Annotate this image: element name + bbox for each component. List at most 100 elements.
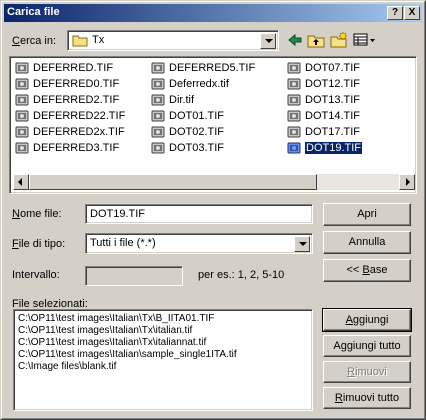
tif-file-icon	[15, 109, 29, 123]
file-item[interactable]: DOT07.TIF	[285, 60, 362, 76]
remove-button[interactable]: Rimuovi	[323, 361, 411, 383]
tif-file-icon	[151, 77, 165, 91]
scroll-left-button[interactable]	[13, 174, 29, 190]
tif-file-icon	[287, 125, 301, 139]
up-folder-icon[interactable]	[307, 31, 325, 49]
file-name: DOT02.TIF	[169, 126, 225, 138]
add-button[interactable]: Aggiungi	[322, 308, 412, 332]
tif-file-icon	[15, 93, 29, 107]
file-name: DEFERRED2.TIF	[33, 94, 120, 106]
title-bar[interactable]: Carica file ? X	[4, 4, 422, 22]
back-arrow-icon[interactable]	[286, 31, 304, 49]
selected-file-item[interactable]: C:\Image files\blank.tif	[14, 361, 312, 373]
file-name: DEFERRED5.TIF	[169, 62, 256, 74]
file-name: DOT17.TIF	[305, 126, 361, 138]
dialog-window: Carica file ? X Cerca in: Tx DEFERRED.TI…	[0, 0, 426, 420]
file-item[interactable]: Deferredx.tif	[149, 76, 255, 92]
filetype-value: Tutti i file (*.*)	[90, 237, 156, 249]
file-item[interactable]: DEFERRED2x.TIF	[13, 124, 125, 140]
chevron-down-icon[interactable]	[260, 33, 276, 49]
scroll-thumb[interactable]	[29, 174, 317, 190]
remove-all-button[interactable]: Rimuovi tutto	[323, 387, 411, 409]
file-item[interactable]: DEFERRED22.TIF	[13, 108, 125, 124]
close-button[interactable]: X	[404, 6, 420, 20]
cancel-button[interactable]: Annulla	[323, 231, 411, 254]
cancel-button-label: Annulla	[348, 236, 386, 248]
selected-file-item[interactable]: C:\OP11\test images\Italian\Tx\B_IITA01.…	[14, 313, 312, 325]
new-folder-icon[interactable]	[330, 31, 348, 49]
remove-all-button-label: Rimuovi tutto	[334, 392, 400, 404]
file-name: DOT19.TIF	[303, 141, 364, 155]
filename-label: Nome file:	[12, 208, 62, 220]
add-all-button-label: Aggiungi tutto	[333, 340, 401, 352]
file-name: DOT01.TIF	[169, 110, 225, 122]
file-item[interactable]: DEFERRED5.TIF	[149, 60, 255, 76]
file-item[interactable]: DOT01.TIF	[149, 108, 255, 124]
file-item[interactable]: DOT14.TIF	[285, 108, 362, 124]
file-item[interactable]: DEFERRED3.TIF	[13, 140, 125, 156]
file-name: DEFERRED2x.TIF	[33, 126, 125, 138]
filename-input[interactable]: DOT19.TIF	[85, 204, 313, 224]
open-button[interactable]: Apri	[323, 203, 411, 226]
add-button-label: Aggiungi	[345, 314, 389, 326]
selected-file-item[interactable]: C:\OP11\test images\Italian\Tx\italian.t…	[14, 325, 312, 337]
file-column-2: DEFERRED5.TIF Deferredx.tif Dir.tif DOT01.T…	[149, 60, 255, 156]
window-title: Carica file	[7, 6, 60, 18]
filename-value: DOT19.TIF	[90, 208, 146, 220]
file-item[interactable]: DEFERRED0.TIF	[13, 76, 125, 92]
file-list[interactable]: DEFERRED.TIF DEFERRED0.TIF DEFERRED2.TIF DE…	[9, 56, 417, 194]
tif-file-icon	[15, 77, 29, 91]
file-name: Deferredx.tif	[169, 78, 229, 90]
horizontal-scrollbar[interactable]	[13, 174, 415, 190]
help-button[interactable]: ?	[387, 6, 403, 20]
tif-file-icon	[151, 61, 165, 75]
look-in-value: Tx	[92, 34, 105, 46]
look-in-combo[interactable]: Tx	[67, 30, 279, 51]
file-item[interactable]: DOT12.TIF	[285, 76, 362, 92]
file-name: DEFERRED22.TIF	[33, 110, 126, 122]
base-button-label: << Base	[346, 264, 388, 276]
interval-input	[85, 266, 183, 286]
file-item[interactable]: DEFERRED.TIF	[13, 60, 125, 76]
selected-file-item[interactable]: C:\OP11\test images\Italian\Tx\italianna…	[14, 337, 312, 349]
file-name: DOT07.TIF	[305, 62, 361, 74]
open-button-label: Apri	[357, 208, 377, 220]
file-item[interactable]: Dir.tif	[149, 92, 255, 108]
file-item[interactable]: DOT13.TIF	[285, 92, 362, 108]
interval-hint: per es.: 1, 2, 5-10	[198, 269, 285, 281]
chevron-down-icon[interactable]	[294, 236, 310, 252]
tif-file-icon	[287, 141, 301, 155]
tif-file-icon	[15, 125, 29, 139]
file-item[interactable]: DEFERRED2.TIF	[13, 92, 125, 108]
tif-file-icon	[151, 109, 165, 123]
file-name: DOT12.TIF	[305, 78, 361, 90]
tif-file-icon	[151, 125, 165, 139]
selected-file-item[interactable]: C:\OP11\test images\Italian\sample_singl…	[14, 349, 312, 361]
file-column-3: DOT07.TIF DOT12.TIF DOT13.TIF DOT14.TIF DOT1…	[285, 60, 364, 156]
tif-file-icon	[15, 61, 29, 75]
tif-file-icon	[287, 61, 301, 75]
filetype-select[interactable]: Tutti i file (*.*)	[85, 233, 313, 254]
file-column-1: DEFERRED.TIF DEFERRED0.TIF DEFERRED2.TIF DE…	[13, 60, 125, 156]
file-item[interactable]: DOT17.TIF	[285, 124, 362, 140]
add-all-button[interactable]: Aggiungi tutto	[323, 335, 411, 357]
view-menu-icon[interactable]	[353, 31, 377, 49]
selected-files-list[interactable]: C:\OP11\test images\Italian\Tx\B_IITA01.…	[13, 309, 313, 411]
tif-file-icon	[151, 141, 165, 155]
file-name: DOT14.TIF	[305, 110, 361, 122]
file-name: DOT03.TIF	[169, 142, 225, 154]
base-button[interactable]: << Base	[323, 259, 411, 282]
file-name: DEFERRED0.TIF	[33, 78, 120, 90]
filetype-label: File di tipo:	[12, 238, 66, 250]
remove-button-label: Rimuovi	[347, 366, 387, 378]
tif-file-icon	[151, 93, 165, 107]
look-in-label: Cerca in:	[12, 35, 57, 47]
folder-icon	[72, 35, 88, 47]
file-item[interactable]: DOT03.TIF	[149, 140, 255, 156]
tif-file-icon	[287, 93, 301, 107]
file-name: DEFERRED.TIF	[33, 62, 114, 74]
file-item[interactable]: DOT02.TIF	[149, 124, 255, 140]
scroll-right-button[interactable]	[399, 174, 415, 190]
interval-label: Intervallo:	[12, 269, 60, 281]
file-item[interactable]: DOT19.TIF	[285, 140, 364, 156]
